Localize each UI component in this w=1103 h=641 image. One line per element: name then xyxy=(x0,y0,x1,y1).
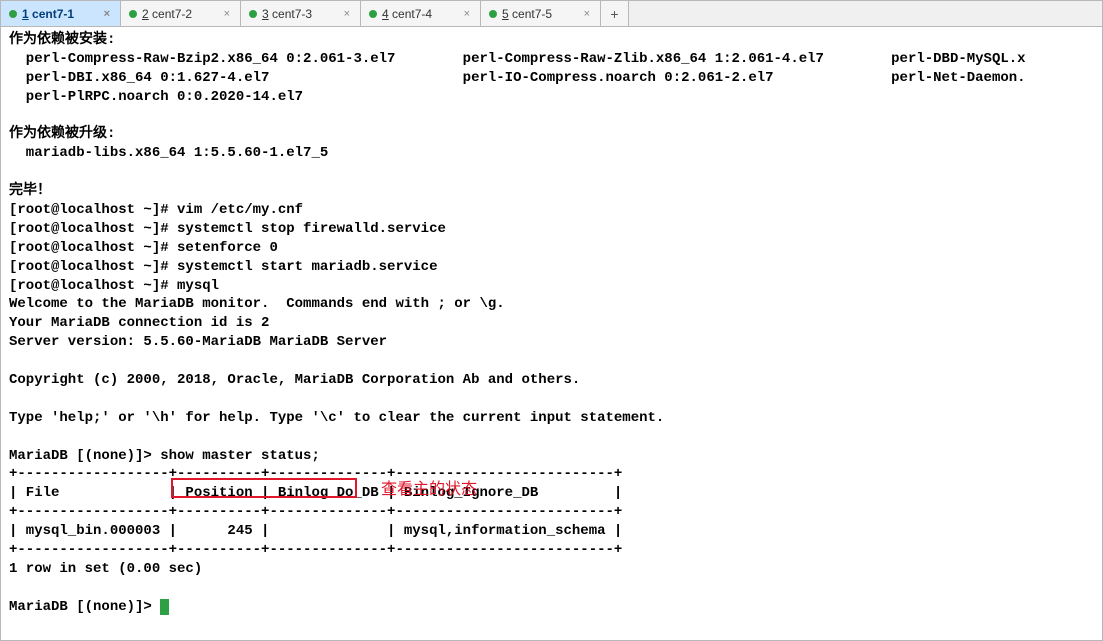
close-icon[interactable]: × xyxy=(582,8,592,20)
tab-cent7-5[interactable]: 5 cent7-5 × xyxy=(481,1,601,26)
close-icon[interactable]: × xyxy=(462,8,472,20)
status-indicator-icon xyxy=(9,10,17,18)
add-tab-button[interactable]: + xyxy=(601,1,629,26)
tab-cent7-1[interactable]: 1 cent7-1 × xyxy=(1,1,121,26)
close-icon[interactable]: × xyxy=(222,8,232,20)
terminal-output[interactable]: 作为依赖被安装: perl-Compress-Raw-Bzip2.x86_64 … xyxy=(1,27,1102,640)
annotation-text: 查看主的状态 xyxy=(381,479,477,501)
tab-label: 2 cent7-2 xyxy=(142,7,217,21)
status-indicator-icon xyxy=(489,10,497,18)
tab-label: 3 cent7-3 xyxy=(262,7,337,21)
status-indicator-icon xyxy=(129,10,137,18)
close-icon[interactable]: × xyxy=(342,8,352,20)
tab-label: 4 cent7-4 xyxy=(382,7,457,21)
tab-cent7-3[interactable]: 3 cent7-3 × xyxy=(241,1,361,26)
terminal-cursor xyxy=(160,599,169,615)
tab-bar: 1 cent7-1 × 2 cent7-2 × 3 cent7-3 × 4 ce… xyxy=(1,1,1102,27)
status-indicator-icon xyxy=(369,10,377,18)
close-icon[interactable]: × xyxy=(102,8,112,20)
tab-cent7-4[interactable]: 4 cent7-4 × xyxy=(361,1,481,26)
tab-cent7-2[interactable]: 2 cent7-2 × xyxy=(121,1,241,26)
tab-label: 1 cent7-1 xyxy=(22,7,97,21)
status-indicator-icon xyxy=(249,10,257,18)
tab-label: 5 cent7-5 xyxy=(502,7,577,21)
terminal-text: 作为依赖被安装: perl-Compress-Raw-Bzip2.x86_64 … xyxy=(9,32,1026,615)
app-window: 1 cent7-1 × 2 cent7-2 × 3 cent7-3 × 4 ce… xyxy=(0,0,1103,641)
